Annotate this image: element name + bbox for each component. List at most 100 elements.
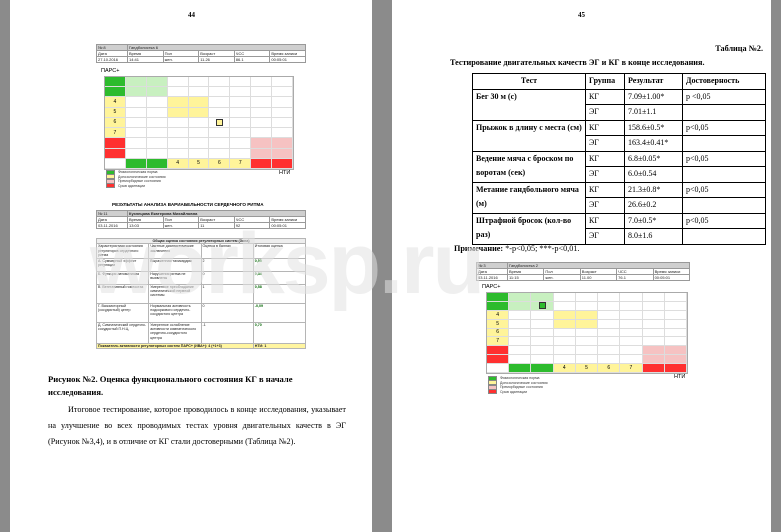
grid-cell <box>251 128 273 139</box>
value-sex: жен. <box>162 56 200 63</box>
grid-cell <box>642 319 665 329</box>
grid-cell <box>251 138 273 149</box>
state-marker-icon <box>538 302 546 310</box>
grid-cell <box>209 97 231 108</box>
legend: Физиологическая норма Донозологические с… <box>106 169 166 189</box>
grid-cell: 6 <box>598 364 621 373</box>
grid-cell <box>553 293 576 302</box>
grid-cell <box>642 310 665 320</box>
value-age: 11.26 <box>198 56 235 63</box>
grid-cell <box>642 293 665 302</box>
table-row: Прыжок в длину с места (см) КГ 158.6±0.5*… <box>472 119 766 152</box>
hti-label: НТИ <box>674 374 686 380</box>
grid-cell <box>167 107 189 118</box>
grid-cell <box>531 355 554 365</box>
grid-cell <box>125 97 147 108</box>
grid-cell <box>509 346 532 356</box>
grid-cell <box>167 117 189 129</box>
grid-cell <box>575 337 599 347</box>
grid-cell <box>598 301 621 311</box>
grid-cell <box>598 355 621 365</box>
grid-cell <box>620 355 643 365</box>
grid-cell <box>167 87 189 98</box>
grid-cell <box>642 337 665 347</box>
grid-cell <box>251 117 273 129</box>
grid-cell <box>125 158 147 169</box>
grid-cell <box>664 355 687 365</box>
grid-cell: 5 <box>188 158 210 169</box>
grid-cell <box>125 148 147 159</box>
table-row: А. Суммарный эффект регуляции Выраженная … <box>95 257 307 272</box>
grid-cell <box>553 301 576 311</box>
results-title: РЕЗУЛЬТАТЫ АНАЛИЗА ВАРИАБЕЛЬНОСТИ СЕРДЕЧ… <box>112 202 264 207</box>
page-right: 45 Таблица №2. Тестирование двигательных… <box>392 0 771 532</box>
table-row: Штрафной бросок (кол-во раз) КГ 7.0±0.5* р… <box>472 212 766 245</box>
grid-cell <box>230 128 252 139</box>
figure-caption: Рисунок №2. Оценка функционального состо… <box>48 374 293 397</box>
table-row: Метание гандбольного мяча (м) КГ 21.3±0.8… <box>472 181 766 214</box>
grid-cell <box>575 293 599 302</box>
grid-cell: 4 <box>167 158 189 169</box>
grid-cell <box>598 319 621 329</box>
figure-header-table: № 3 Гандболистка 2 Дата Время Пол Возрас… <box>476 262 691 281</box>
grid-cell <box>146 138 168 149</box>
grid-cell <box>125 87 147 98</box>
grid-cell <box>146 128 168 139</box>
table-title: Тестирование двигательных качеств ЭГ и К… <box>450 58 705 67</box>
legend-item: Срыв адаптации <box>488 389 548 395</box>
value-hr: 76.1 <box>616 274 654 281</box>
grid-cell <box>209 107 231 118</box>
grid-cell <box>553 355 576 365</box>
grid-cell <box>509 293 532 302</box>
grid-cell <box>487 355 510 365</box>
grid-cell <box>230 148 252 159</box>
grid-cell <box>105 77 126 88</box>
grid-cell: 5 <box>575 364 599 373</box>
grid-cell <box>487 346 510 356</box>
grid-cell <box>531 364 554 373</box>
reg-footer: Показатель активности регуляторных систе… <box>96 342 307 350</box>
grid-cell <box>553 319 576 329</box>
grid-cell <box>125 128 147 139</box>
grid-cell <box>251 158 273 169</box>
grid-cell <box>664 319 687 329</box>
grid-cell <box>620 310 643 320</box>
grid-cell <box>575 346 599 356</box>
value-duration: 00:05:01 <box>652 274 691 281</box>
grid-cell <box>125 138 147 149</box>
grid-cell: 7 <box>105 128 126 139</box>
grid-cell <box>487 364 510 373</box>
grid-cell <box>620 328 643 338</box>
grid-cell <box>509 310 532 320</box>
pars-label: ПАРС+ <box>482 284 501 290</box>
grid-cell <box>598 328 621 338</box>
grid-cell <box>209 87 231 98</box>
grid-cell <box>509 328 532 338</box>
grid-cell <box>188 107 210 118</box>
value-duration: 00:05:01 <box>269 56 306 63</box>
grid-cell <box>598 293 621 302</box>
grid-cell <box>188 97 210 108</box>
grid-cell <box>125 107 147 118</box>
grid-cell <box>272 148 293 159</box>
grid-cell <box>642 301 665 311</box>
grid-cell <box>167 138 189 149</box>
grid-cell <box>188 148 210 159</box>
grid-cell <box>209 148 231 159</box>
grid-cell <box>553 337 576 347</box>
value-age: 11 <box>198 222 235 229</box>
grid-cell: 5 <box>105 107 126 118</box>
grid-cell <box>209 128 231 139</box>
value-age: 11.00 <box>579 274 618 281</box>
grid-cell <box>664 364 687 373</box>
grid-cell <box>553 310 576 320</box>
page-number: 44 <box>188 11 195 19</box>
grid-cell <box>146 158 168 169</box>
grid-cell <box>487 301 510 311</box>
value-time: 11:15 <box>506 274 545 281</box>
grid-cell <box>146 97 168 108</box>
col-significance: Достоверность <box>682 73 766 90</box>
grid-cell <box>664 337 687 347</box>
state-grid: 45674567 <box>104 76 294 170</box>
grid-cell <box>272 138 293 149</box>
